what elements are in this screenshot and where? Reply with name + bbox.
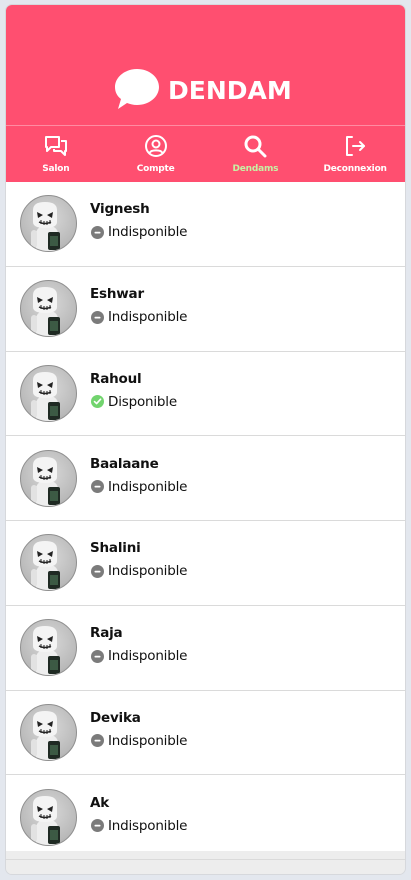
speech-bubble-logo-icon: [115, 69, 159, 109]
unavailable-icon: [91, 819, 104, 833]
avatar: [20, 703, 77, 761]
status-text: Indisponible: [108, 817, 188, 834]
user-circle-icon: [144, 134, 168, 158]
app-window: DENDAM Salon Compte Dendams Deconnexion …: [5, 4, 406, 875]
unavailable-icon: [91, 734, 104, 748]
user-status: Disponible: [90, 394, 177, 410]
status-text: Indisponible: [108, 478, 188, 495]
brand-logo: DENDAM: [114, 67, 292, 111]
nav-item-dendams[interactable]: Dendams: [206, 126, 306, 182]
search-icon: [243, 134, 267, 158]
user-status: Indisponible: [90, 818, 187, 834]
user-name: Shalini: [90, 540, 141, 557]
status-text: Indisponible: [108, 732, 188, 749]
chat-icon: [44, 134, 68, 158]
user-status: Indisponible: [90, 479, 187, 495]
user-name: Baalaane: [90, 455, 159, 472]
list-item[interactable]: Ak Indisponible: [6, 775, 405, 860]
nav-label: Salon: [42, 164, 70, 174]
list-item[interactable]: Raja Indisponible: [6, 606, 405, 691]
user-name: Raja: [90, 625, 123, 642]
status-text: Indisponible: [108, 224, 188, 241]
avatar: [20, 280, 77, 338]
list-item[interactable]: Baalaane Indisponible: [6, 436, 405, 521]
list-item[interactable]: Devika Indisponible: [6, 691, 405, 776]
nav-label: Compte: [136, 164, 175, 174]
user-status: Indisponible: [90, 648, 187, 664]
available-check-icon: [91, 395, 104, 409]
user-name: Rahoul: [90, 370, 142, 387]
unavailable-icon: [91, 225, 104, 239]
avatar: [20, 788, 77, 846]
user-name: Vignesh: [90, 201, 150, 218]
nav-bar: Salon Compte Dendams Deconnexion: [6, 125, 405, 182]
nav-item-deconnexion[interactable]: Deconnexion: [305, 126, 405, 182]
avatar: [20, 195, 77, 253]
status-text: Indisponible: [108, 648, 188, 665]
list-item[interactable]: Vignesh Indisponible: [6, 182, 405, 267]
user-name: Ak: [90, 794, 110, 811]
nav-label: Deconnexion: [323, 164, 387, 174]
user-status: Indisponible: [90, 733, 187, 749]
header: DENDAM Salon Compte Dendams Deconnexion: [6, 5, 405, 182]
avatar: [20, 364, 77, 422]
brand-name: DENDAM: [168, 75, 292, 105]
user-status: Indisponible: [90, 224, 187, 240]
list-item[interactable]: Shalini Indisponible: [6, 521, 405, 606]
avatar: [20, 449, 77, 507]
user-list: Vignesh Indisponible Eshwar Indisponible: [6, 182, 405, 860]
avatar: [20, 534, 77, 592]
unavailable-icon: [91, 649, 104, 663]
status-text: Disponible: [108, 393, 177, 410]
list-item[interactable]: Rahoul Disponible: [6, 352, 405, 437]
unavailable-icon: [91, 564, 104, 578]
nav-item-compte[interactable]: Compte: [106, 126, 206, 182]
status-text: Indisponible: [108, 309, 188, 326]
avatar: [20, 619, 77, 677]
unavailable-icon: [91, 310, 104, 324]
user-status: Indisponible: [90, 309, 187, 325]
nav-label: Dendams: [232, 164, 279, 174]
status-text: Indisponible: [108, 563, 188, 580]
logout-icon: [343, 134, 367, 158]
user-status: Indisponible: [90, 563, 187, 579]
nav-item-salon[interactable]: Salon: [6, 126, 106, 182]
user-name: Devika: [90, 709, 141, 726]
list-item[interactable]: Eshwar Indisponible: [6, 267, 405, 352]
unavailable-icon: [91, 480, 104, 494]
user-name: Eshwar: [90, 286, 144, 303]
